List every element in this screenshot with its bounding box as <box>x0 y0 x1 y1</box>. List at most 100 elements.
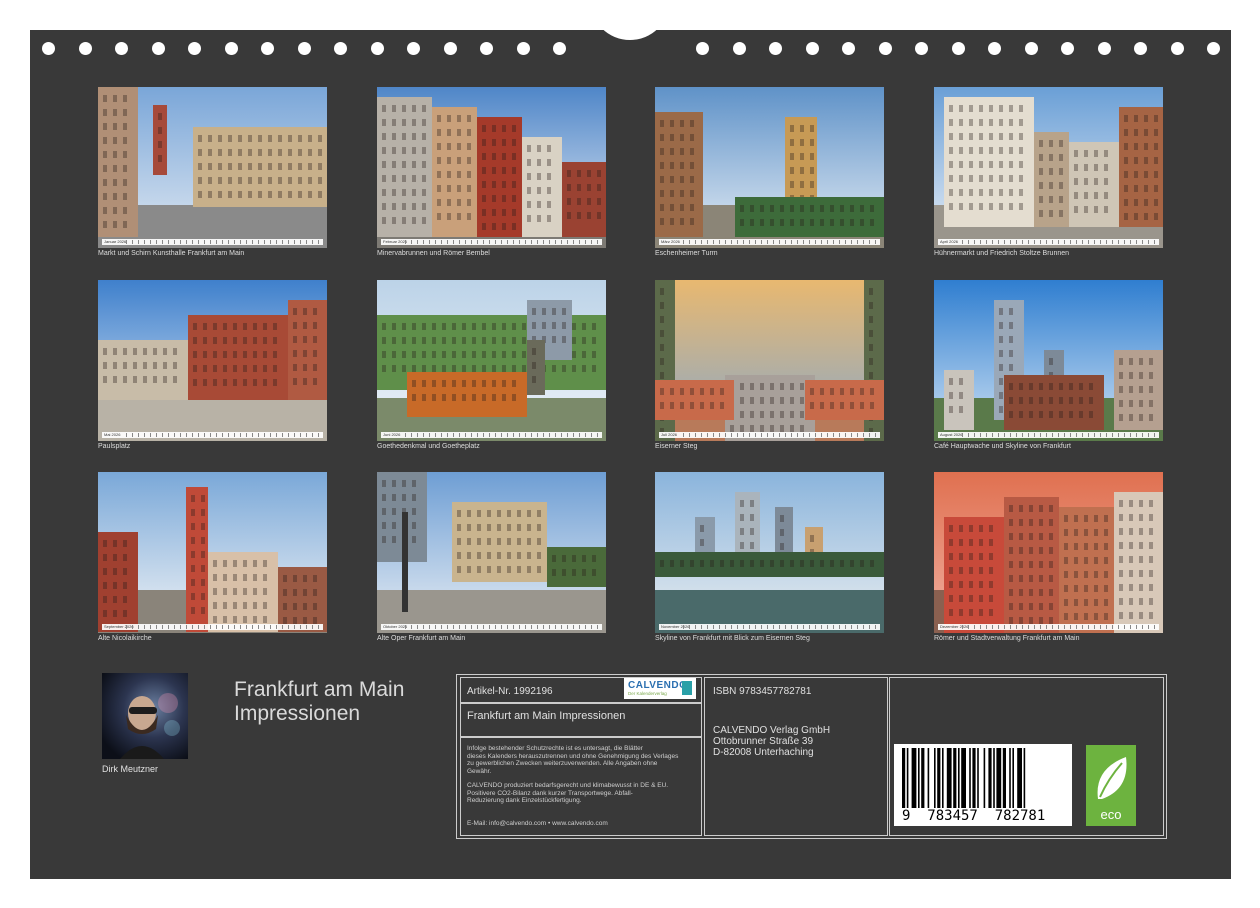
photo-caption: Goethedenkmal und Goetheplatz <box>377 443 480 450</box>
binding-hole <box>1024 42 1038 55</box>
photo-caption: Alte Oper Frankfurt am Main <box>377 635 466 642</box>
day-ticks <box>683 240 878 244</box>
month-strip: November 2026 <box>659 624 880 630</box>
binding-hole <box>297 42 311 55</box>
month-label: August 2026 <box>940 432 963 437</box>
binding-hole <box>42 42 55 55</box>
photo-caption: Café Hauptwache und Skyline von Frankfur… <box>934 443 1071 450</box>
day-ticks <box>683 433 878 437</box>
day-ticks <box>126 625 321 629</box>
day-ticks <box>405 433 600 437</box>
month-label: Januar 2026 <box>104 239 127 244</box>
month-strip: Dezember 2026 <box>938 624 1159 630</box>
eco-label: eco <box>1100 807 1122 822</box>
binding-hole <box>805 42 819 55</box>
binding-hole <box>696 42 709 55</box>
legal-text: Infolge bestehender Schutzrechte ist es … <box>467 745 678 775</box>
month-strip: Januar 2026 <box>102 239 323 245</box>
calendar-photo: Januar 2026 <box>98 87 327 248</box>
calendar-photo: November 2026 <box>655 472 884 633</box>
logo-subtext: Der Kalenderverlag <box>628 691 667 696</box>
month-label: April 2026 <box>940 239 959 244</box>
binding-hole <box>151 42 165 55</box>
product-title: Frankfurt am Main Impressionen <box>467 710 626 722</box>
month-label: Oktober 2026 <box>383 624 408 629</box>
calendar-photo: August 2026 <box>934 280 1163 441</box>
binding-hole <box>115 42 128 55</box>
month-strip: Juni 2026 <box>381 432 602 438</box>
month-strip: August 2026 <box>938 432 1159 438</box>
photo-caption: Markt und Schirn Kunsthalle Frankfurt am… <box>98 250 245 257</box>
binding-hole <box>516 42 530 55</box>
month-label: Juli 2026 <box>661 432 678 437</box>
eco-text: CALVENDO produziert bedarfsgerecht und k… <box>467 782 668 805</box>
calendar-photo: Februar 2026 <box>377 87 606 248</box>
binding-hole <box>732 42 746 55</box>
binding-hole <box>224 42 238 55</box>
day-ticks <box>126 240 321 244</box>
binding-hole <box>1134 42 1147 55</box>
binding-hole <box>78 42 92 55</box>
photo-caption: Römer und Stadtverwaltung Frankfurt am M… <box>934 635 1080 642</box>
month-strip: Mai 2026 <box>102 432 323 438</box>
binding-hole <box>443 42 457 55</box>
legal-line: dieses Kalenders herauszutrennen und ohn… <box>467 752 679 760</box>
calendar-photo: Mai 2026 <box>98 280 327 441</box>
photo-caption: Paulsplatz <box>98 443 131 450</box>
binding-hole <box>878 42 892 55</box>
logo-mark-icon <box>682 681 692 695</box>
binding-hole <box>1170 42 1184 55</box>
binding-hole <box>915 42 928 55</box>
author-name: Dirk Meutzner <box>102 764 159 774</box>
binding-hole <box>407 42 420 55</box>
binding-hole <box>1061 42 1074 55</box>
photo-caption: Alte Nicolaikirche <box>98 635 152 642</box>
day-ticks <box>405 625 600 629</box>
month-label: März 2026 <box>661 239 680 244</box>
day-ticks <box>126 433 321 437</box>
day-ticks <box>683 625 878 629</box>
binding-hole <box>951 42 965 55</box>
eco-line: Reduzierung dank Einzelstückfertigung. <box>467 797 582 804</box>
calendar-photo: April 2026 <box>934 87 1163 248</box>
day-ticks <box>962 240 1157 244</box>
day-ticks <box>962 625 1157 629</box>
binding-hole <box>188 42 201 55</box>
publisher-line: Ottobrunner Straße 39 <box>713 736 814 747</box>
photo-caption: Eschenheimer Turm <box>655 250 718 257</box>
hanger-notch <box>590 0 670 70</box>
month-label: Juni 2026 <box>383 432 401 437</box>
day-ticks <box>962 433 1157 437</box>
calendar-photo: September 2026 <box>98 472 327 633</box>
binding-hole <box>1207 42 1220 55</box>
photo-caption: Skyline von Frankfurt mit Blick zum Eise… <box>655 635 810 642</box>
logo-text: CALVENDO <box>628 680 688 691</box>
binding-hole <box>261 42 274 55</box>
barcode: 9 783457 782781 <box>894 744 1072 826</box>
month-strip: Februar 2026 <box>381 239 602 245</box>
isbn: ISBN 9783457782781 <box>713 686 812 697</box>
calendar-photo: Juni 2026 <box>377 280 606 441</box>
month-label: Mai 2026 <box>104 432 121 437</box>
binding-hole <box>553 42 566 55</box>
legal-line: Infolge bestehender Schutzrechte ist es … <box>467 745 643 752</box>
binding-hole <box>1097 42 1111 55</box>
article-number: Artikel-Nr. 1992196 <box>467 686 553 697</box>
eco-badge: eco <box>1086 745 1136 826</box>
binding-hole <box>480 42 493 55</box>
author-photo <box>102 673 188 759</box>
barcode-digits: 9 783457 782781 <box>902 808 1046 824</box>
month-strip: Juli 2026 <box>659 432 880 438</box>
calvendo-logo: CALVENDO Der Kalenderverlag <box>624 678 696 699</box>
binding-hole <box>334 42 347 55</box>
eco-line: Positivere CO2-Bilanz dank kurzer Transp… <box>467 789 633 797</box>
leaf-icon <box>1097 757 1127 799</box>
publisher-line: CALVENDO Verlag GmbH <box>713 725 831 736</box>
eco-line: CALVENDO produziert bedarfsgerecht und k… <box>467 782 669 789</box>
calendar-photo: Dezember 2026 <box>934 472 1163 633</box>
month-strip: Oktober 2026 <box>381 624 602 630</box>
binding-hole <box>769 42 782 55</box>
legal-line: zu gewerblichen Zwecken weiterzuverwende… <box>467 760 658 767</box>
month-strip: April 2026 <box>938 239 1159 245</box>
title-line-2: Impressionen <box>234 702 361 725</box>
